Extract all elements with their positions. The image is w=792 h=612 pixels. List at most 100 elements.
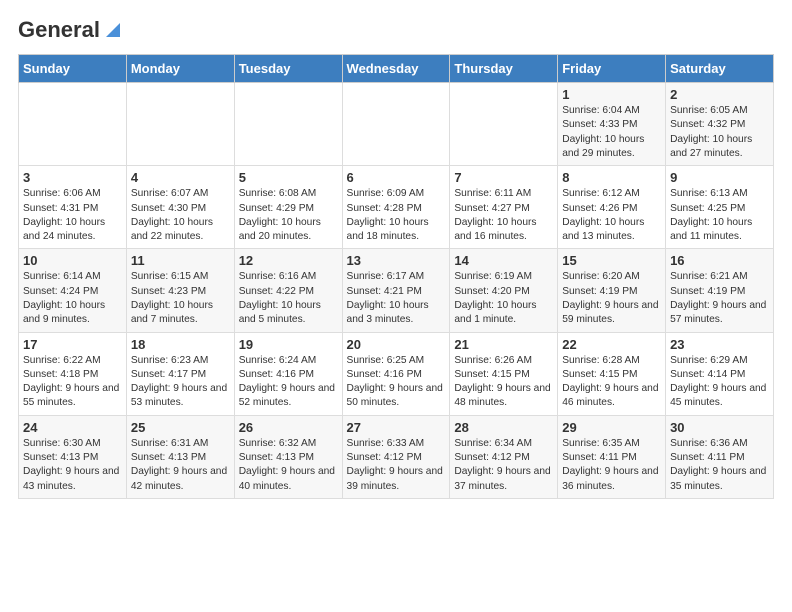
calendar-cell: 9 Sunrise: 6:13 AM Sunset: 4:25 PM Daylig… [666, 166, 774, 249]
calendar-cell: 13Sunrise: 6:17 AM Sunset: 4:21 PM Dayli… [342, 249, 450, 332]
calendar-cell: 17Sunrise: 6:22 AM Sunset: 4:18 PM Dayli… [19, 332, 127, 415]
calendar-cell: 12 Sunrise: 6:16 AM Sunset: 4:22 PM Dayli… [234, 249, 342, 332]
day-number: 25 [131, 420, 230, 435]
logo: General [18, 18, 120, 42]
day-number: 26 [239, 420, 338, 435]
cell-content: Sunrise: 6:20 AM Sunset: 4:19 PM Dayligh… [562, 270, 661, 327]
cell-content: Sunrise: 6:13 AM Sunset: 4:25 PM Dayligh… [670, 187, 769, 244]
calendar-cell: 4Sunrise: 6:07 AM Sunset: 4:30 PM Daylig… [126, 166, 234, 249]
week-row-3: 17Sunrise: 6:22 AM Sunset: 4:18 PM Dayli… [19, 332, 774, 415]
cell-content: Sunrise: 6:09 AM Sunset: 4:28 PM Dayligh… [347, 187, 446, 244]
cell-content: Sunrise: 6:16 AM Sunset: 4:22 PM Dayligh… [239, 270, 338, 327]
col-header-thursday: Thursday [450, 55, 558, 83]
day-number: 6 [347, 170, 446, 185]
calendar-cell: 23 Sunrise: 6:29 AM Sunset: 4:14 PM Dayli… [666, 332, 774, 415]
cell-content: Sunrise: 6:26 AM Sunset: 4:15 PM Dayligh… [454, 354, 553, 411]
calendar-cell: 15 Sunrise: 6:20 AM Sunset: 4:19 PM Dayli… [558, 249, 666, 332]
calendar-cell: 1 Sunrise: 6:04 AM Sunset: 4:33 PM Daylig… [558, 83, 666, 166]
cell-content: Sunrise: 6:21 AM Sunset: 4:19 PM Dayligh… [670, 270, 769, 327]
day-number: 14 [454, 253, 553, 268]
day-number: 11 [131, 253, 230, 268]
cell-content: Sunrise: 6:24 AM Sunset: 4:16 PM Dayligh… [239, 354, 338, 411]
cell-content: Sunrise: 6:33 AM Sunset: 4:12 PM Dayligh… [347, 437, 446, 494]
day-number: 30 [670, 420, 769, 435]
calendar-cell: 21 Sunrise: 6:26 AM Sunset: 4:15 PM Dayli… [450, 332, 558, 415]
week-row-4: 24 Sunrise: 6:30 AM Sunset: 4:13 PM Dayli… [19, 415, 774, 498]
header: General [18, 18, 774, 42]
day-number: 7 [454, 170, 553, 185]
week-row-1: 3 Sunrise: 6:06 AM Sunset: 4:31 PM Daylig… [19, 166, 774, 249]
cell-content: Sunrise: 6:34 AM Sunset: 4:12 PM Dayligh… [454, 437, 553, 494]
calendar-cell: 2 Sunrise: 6:05 AM Sunset: 4:32 PM Daylig… [666, 83, 774, 166]
calendar-cell: 8 Sunrise: 6:12 AM Sunset: 4:26 PM Daylig… [558, 166, 666, 249]
day-number: 24 [23, 420, 122, 435]
cell-content: Sunrise: 6:14 AM Sunset: 4:24 PM Dayligh… [23, 270, 122, 327]
day-number: 2 [670, 87, 769, 102]
col-header-sunday: Sunday [19, 55, 127, 83]
cell-content: Sunrise: 6:08 AM Sunset: 4:29 PM Dayligh… [239, 187, 338, 244]
day-number: 27 [347, 420, 446, 435]
day-number: 22 [562, 337, 661, 352]
cell-content: Sunrise: 6:29 AM Sunset: 4:14 PM Dayligh… [670, 354, 769, 411]
day-number: 5 [239, 170, 338, 185]
day-number: 21 [454, 337, 553, 352]
day-number: 9 [670, 170, 769, 185]
calendar-cell: 29Sunrise: 6:35 AM Sunset: 4:11 PM Dayli… [558, 415, 666, 498]
cell-content: Sunrise: 6:32 AM Sunset: 4:13 PM Dayligh… [239, 437, 338, 494]
day-number: 1 [562, 87, 661, 102]
calendar-cell: 19 Sunrise: 6:24 AM Sunset: 4:16 PM Dayli… [234, 332, 342, 415]
day-number: 29 [562, 420, 661, 435]
calendar-cell [126, 83, 234, 166]
calendar-cell: 6 Sunrise: 6:09 AM Sunset: 4:28 PM Daylig… [342, 166, 450, 249]
calendar-cell [19, 83, 127, 166]
cell-content: Sunrise: 6:12 AM Sunset: 4:26 PM Dayligh… [562, 187, 661, 244]
calendar-cell: 7 Sunrise: 6:11 AM Sunset: 4:27 PM Daylig… [450, 166, 558, 249]
day-number: 12 [239, 253, 338, 268]
day-number: 3 [23, 170, 122, 185]
day-number: 28 [454, 420, 553, 435]
cell-content: Sunrise: 6:15 AM Sunset: 4:23 PM Dayligh… [131, 270, 230, 327]
cell-content: Sunrise: 6:30 AM Sunset: 4:13 PM Dayligh… [23, 437, 122, 494]
calendar-cell [234, 83, 342, 166]
calendar-cell: 22Sunrise: 6:28 AM Sunset: 4:15 PM Dayli… [558, 332, 666, 415]
header-row: SundayMondayTuesdayWednesdayThursdayFrid… [19, 55, 774, 83]
logo-triangle-icon [102, 19, 120, 37]
page: General SundayMondayTuesdayWednesdayThur… [0, 0, 792, 511]
cell-content: Sunrise: 6:31 AM Sunset: 4:13 PM Dayligh… [131, 437, 230, 494]
day-number: 13 [347, 253, 446, 268]
calendar-cell: 30 Sunrise: 6:36 AM Sunset: 4:11 PM Dayli… [666, 415, 774, 498]
logo-text: General [18, 18, 100, 42]
cell-content: Sunrise: 6:06 AM Sunset: 4:31 PM Dayligh… [23, 187, 122, 244]
cell-content: Sunrise: 6:05 AM Sunset: 4:32 PM Dayligh… [670, 104, 769, 161]
day-number: 16 [670, 253, 769, 268]
week-row-2: 10 Sunrise: 6:14 AM Sunset: 4:24 PM Dayli… [19, 249, 774, 332]
week-row-0: 1 Sunrise: 6:04 AM Sunset: 4:33 PM Daylig… [19, 83, 774, 166]
cell-content: Sunrise: 6:11 AM Sunset: 4:27 PM Dayligh… [454, 187, 553, 244]
cell-content: Sunrise: 6:22 AM Sunset: 4:18 PM Dayligh… [23, 354, 122, 411]
col-header-friday: Friday [558, 55, 666, 83]
day-number: 8 [562, 170, 661, 185]
calendar-cell: 20 Sunrise: 6:25 AM Sunset: 4:16 PM Dayli… [342, 332, 450, 415]
day-number: 10 [23, 253, 122, 268]
calendar-cell: 11 Sunrise: 6:15 AM Sunset: 4:23 PM Dayli… [126, 249, 234, 332]
cell-content: Sunrise: 6:04 AM Sunset: 4:33 PM Dayligh… [562, 104, 661, 161]
day-number: 23 [670, 337, 769, 352]
calendar-cell: 5 Sunrise: 6:08 AM Sunset: 4:29 PM Daylig… [234, 166, 342, 249]
cell-content: Sunrise: 6:23 AM Sunset: 4:17 PM Dayligh… [131, 354, 230, 411]
calendar-cell: 28 Sunrise: 6:34 AM Sunset: 4:12 PM Dayli… [450, 415, 558, 498]
calendar-cell: 10 Sunrise: 6:14 AM Sunset: 4:24 PM Dayli… [19, 249, 127, 332]
day-number: 20 [347, 337, 446, 352]
col-header-wednesday: Wednesday [342, 55, 450, 83]
day-number: 19 [239, 337, 338, 352]
cell-content: Sunrise: 6:36 AM Sunset: 4:11 PM Dayligh… [670, 437, 769, 494]
day-number: 15 [562, 253, 661, 268]
cell-content: Sunrise: 6:25 AM Sunset: 4:16 PM Dayligh… [347, 354, 446, 411]
calendar-cell: 26 Sunrise: 6:32 AM Sunset: 4:13 PM Dayli… [234, 415, 342, 498]
calendar-cell: 16 Sunrise: 6:21 AM Sunset: 4:19 PM Dayli… [666, 249, 774, 332]
col-header-tuesday: Tuesday [234, 55, 342, 83]
calendar-cell [450, 83, 558, 166]
calendar-cell [342, 83, 450, 166]
cell-content: Sunrise: 6:19 AM Sunset: 4:20 PM Dayligh… [454, 270, 553, 327]
calendar-table: SundayMondayTuesdayWednesdayThursdayFrid… [18, 54, 774, 499]
day-number: 18 [131, 337, 230, 352]
